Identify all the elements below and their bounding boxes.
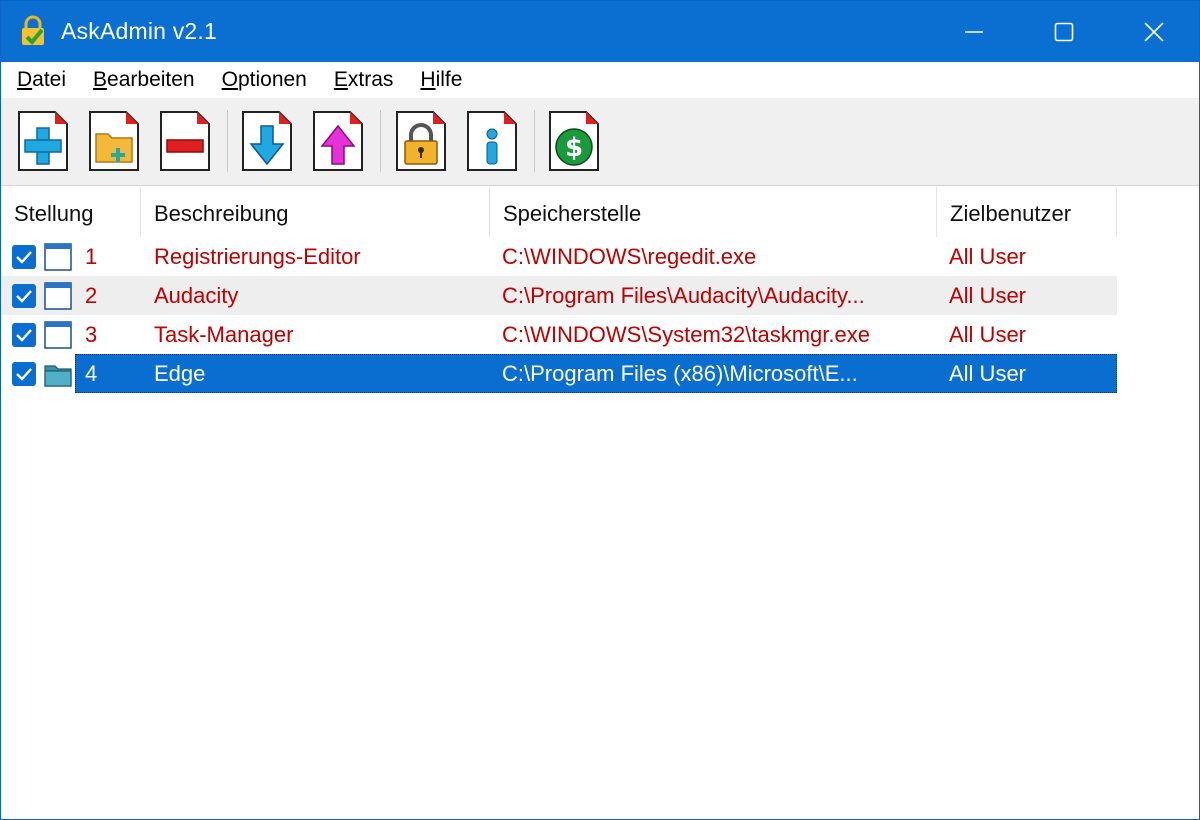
table-row[interactable]: 3 Task-Manager C:\WINDOWS\System32\taskm…	[1, 315, 1117, 354]
row-description: Audacity	[154, 283, 239, 308]
row-target-user: All User	[949, 361, 1027, 386]
row-position: 4	[85, 361, 98, 386]
move-down-icon	[242, 111, 292, 171]
minimize-button[interactable]	[929, 1, 1019, 62]
menu-extras[interactable]: Extras	[334, 68, 394, 92]
row-checkbox[interactable]	[12, 323, 36, 347]
move-down-button[interactable]	[241, 110, 293, 172]
toolbar-separator	[380, 110, 381, 172]
lock-icon	[396, 111, 446, 171]
toolbar-separator	[534, 110, 535, 172]
donate-icon: $	[549, 111, 599, 171]
close-icon	[1144, 21, 1164, 42]
menu-optionen[interactable]: Optionen	[222, 68, 307, 92]
app-window-icon	[44, 243, 72, 271]
row-target-user: All User	[949, 244, 1027, 269]
checkmark-icon	[16, 290, 32, 303]
row-path: C:\Program Files\Audacity\Audacity...	[502, 283, 865, 308]
row-position: 1	[85, 244, 98, 269]
row-checkbox[interactable]	[12, 245, 36, 269]
menu-label: earbeiten	[107, 68, 195, 91]
table-row[interactable]: 1 Registrierungs-Editor C:\WINDOWS\reged…	[1, 237, 1117, 276]
row-description: Task-Manager	[154, 322, 294, 347]
table-row[interactable]: 2 Audacity C:\Program Files\Audacity\Aud…	[1, 276, 1117, 315]
askadmin-window: AskAdmin v2.1 Datei Bearbeiten Optionen …	[0, 0, 1200, 820]
menu-bearbeiten[interactable]: Bearbeiten	[93, 68, 195, 92]
close-button[interactable]	[1109, 1, 1199, 62]
menu-label: atei	[32, 68, 67, 91]
menu-datei[interactable]: Datei	[17, 68, 66, 92]
row-path: C:\Program Files (x86)\Microsoft\E...	[502, 361, 858, 386]
menu-accel: D	[17, 68, 33, 91]
add-folder-button[interactable]	[88, 110, 140, 172]
menu-label: ilfe	[435, 68, 463, 91]
row-position: 3	[85, 322, 98, 347]
column-header-zielbenutzer[interactable]: Zielbenutzer	[937, 187, 1117, 237]
maximize-button[interactable]	[1019, 1, 1109, 62]
column-header-stellung[interactable]: Stellung	[1, 187, 141, 237]
row-checkbox[interactable]	[12, 362, 36, 386]
checkmark-icon	[16, 329, 32, 342]
column-header-speicherstelle[interactable]: Speicherstelle	[490, 187, 937, 237]
row-position: 2	[85, 283, 98, 308]
lock-button[interactable]	[395, 110, 447, 172]
folder-icon	[44, 365, 72, 387]
checkmark-icon	[16, 368, 32, 381]
info-icon	[467, 111, 517, 171]
info-button[interactable]	[466, 110, 518, 172]
remove-button[interactable]	[159, 110, 211, 172]
toolbar: $	[1, 98, 1199, 186]
row-checkbox[interactable]	[12, 284, 36, 308]
window-title: AskAdmin v2.1	[61, 18, 217, 44]
column-header-beschreibung[interactable]: Beschreibung	[141, 187, 490, 237]
menu-accel: H	[420, 68, 436, 91]
menu-accel: E	[333, 68, 348, 91]
remove-icon	[160, 111, 210, 171]
table-row-selected[interactable]: 4 Edge C:\Program Files (x86)\Microsoft\…	[1, 354, 1117, 393]
row-path: C:\WINDOWS\regedit.exe	[502, 244, 757, 269]
add-folder-icon	[89, 111, 139, 171]
list-header: Stellung Beschreibung Speicherstelle Zie…	[1, 187, 1117, 237]
svg-text:$: $	[565, 133, 583, 163]
add-button[interactable]	[17, 110, 69, 172]
row-path: C:\WINDOWS\System32\taskmgr.exe	[502, 322, 870, 347]
menu-bar: Datei Bearbeiten Optionen Extras Hilfe	[1, 62, 1199, 98]
entry-list: Stellung Beschreibung Speicherstelle Zie…	[1, 187, 1199, 819]
row-description: Registrierungs-Editor	[154, 244, 361, 269]
add-icon	[18, 111, 68, 171]
app-window-icon	[44, 282, 72, 310]
maximize-icon	[1054, 22, 1074, 41]
checkmark-icon	[16, 251, 32, 264]
menu-label: ptionen	[237, 68, 307, 91]
row-target-user: All User	[949, 322, 1027, 347]
row-description: Edge	[154, 361, 206, 386]
minimize-icon	[965, 30, 983, 33]
menu-accel: B	[93, 68, 108, 91]
move-up-button[interactable]	[312, 110, 364, 172]
app-window-icon	[44, 321, 72, 349]
menu-label: xtras	[347, 68, 394, 91]
menu-hilfe[interactable]: Hilfe	[420, 68, 462, 92]
menu-accel: O	[221, 68, 238, 91]
row-target-user: All User	[949, 283, 1027, 308]
move-up-icon	[313, 111, 363, 171]
app-lock-icon	[22, 15, 44, 45]
toolbar-separator	[227, 110, 228, 172]
donate-button[interactable]: $	[548, 110, 600, 172]
title-bar[interactable]: AskAdmin v2.1	[1, 1, 1199, 62]
